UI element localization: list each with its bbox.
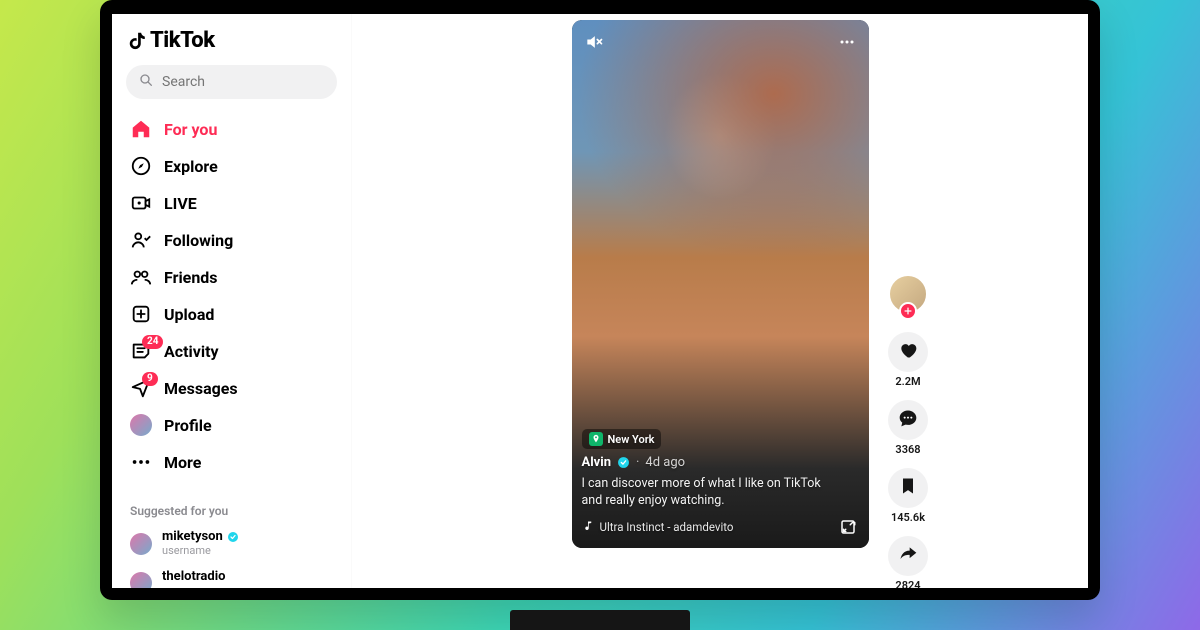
search-bar[interactable] bbox=[126, 65, 337, 99]
nav-more[interactable]: More bbox=[124, 444, 339, 480]
search-input[interactable] bbox=[162, 74, 325, 90]
comment-icon bbox=[898, 408, 918, 432]
suggested-account[interactable]: miketyson username bbox=[124, 526, 339, 562]
location-chip[interactable]: New York bbox=[582, 429, 662, 449]
save-count: 145.6k bbox=[891, 511, 925, 524]
mute-button[interactable] bbox=[582, 30, 606, 54]
nav-label: For you bbox=[164, 120, 217, 139]
brand-wordmark: TikTok bbox=[150, 28, 215, 53]
nav-label: Upload bbox=[164, 305, 214, 324]
suggested-sub: username bbox=[162, 585, 225, 598]
share-count: 2824 bbox=[895, 579, 920, 592]
save-button[interactable]: 145.6k bbox=[888, 468, 928, 524]
comment-count: 3368 bbox=[895, 443, 920, 456]
avatar bbox=[130, 533, 152, 555]
nav-label: Friends bbox=[164, 268, 218, 287]
share-icon bbox=[898, 544, 918, 568]
avatar bbox=[130, 572, 152, 594]
like-button[interactable]: 2.2M bbox=[888, 332, 928, 388]
monitor-stand bbox=[510, 610, 690, 630]
home-icon bbox=[130, 118, 152, 140]
sidebar: TikTok For you Explore bbox=[112, 14, 352, 588]
suggested-account[interactable]: thelotradio username bbox=[124, 566, 339, 600]
plus-square-icon bbox=[130, 303, 152, 325]
user-check-icon bbox=[130, 229, 152, 251]
verified-icon bbox=[617, 456, 630, 469]
action-rail: 2.2M 3368 145.6k 2824 bbox=[888, 274, 928, 592]
comment-button[interactable]: 3368 bbox=[888, 400, 928, 456]
suggested-sub: username bbox=[162, 545, 239, 558]
activity-badge: 24 bbox=[142, 335, 163, 349]
more-icon bbox=[130, 451, 152, 473]
avatar bbox=[888, 274, 928, 314]
nav-live[interactable]: LIVE bbox=[124, 185, 339, 221]
follow-plus-icon[interactable] bbox=[899, 302, 917, 320]
nav-label: Following bbox=[164, 231, 233, 250]
nav-label: Explore bbox=[164, 157, 218, 176]
location-label: New York bbox=[608, 433, 655, 446]
tiktok-note-icon bbox=[126, 30, 148, 52]
video-caption: I can discover more of what I like on Ti… bbox=[582, 476, 822, 510]
users-icon bbox=[130, 266, 152, 288]
video-more-button[interactable] bbox=[835, 30, 859, 54]
live-icon bbox=[130, 192, 152, 214]
nav-label: More bbox=[164, 453, 201, 472]
suggested-name: thelotradio bbox=[162, 570, 225, 585]
nav-messages[interactable]: 9 Messages bbox=[124, 370, 339, 406]
author-avatar-button[interactable] bbox=[888, 274, 928, 314]
nav-profile[interactable]: Profile bbox=[124, 407, 339, 443]
nav-label: Profile bbox=[164, 416, 212, 435]
sound-chip[interactable]: Ultra Instinct - adamdevito bbox=[582, 520, 734, 535]
nav-label: Messages bbox=[164, 379, 238, 398]
messages-badge: 9 bbox=[142, 372, 158, 386]
app-window: TikTok For you Explore bbox=[112, 14, 1088, 588]
primary-nav: For you Explore LIVE Following bbox=[124, 111, 339, 480]
video-player[interactable]: New York Alvin · 4d ago I can discover m… bbox=[572, 20, 869, 548]
video-time: 4d ago bbox=[645, 455, 685, 470]
separator-dot: · bbox=[636, 455, 639, 470]
nav-explore[interactable]: Explore bbox=[124, 148, 339, 184]
nav-activity[interactable]: 24 Activity bbox=[124, 333, 339, 369]
nav-upload[interactable]: Upload bbox=[124, 296, 339, 332]
music-note-icon bbox=[582, 520, 594, 535]
nav-friends[interactable]: Friends bbox=[124, 259, 339, 295]
brand-logo[interactable]: TikTok bbox=[124, 28, 339, 61]
heart-icon bbox=[898, 340, 918, 364]
profile-avatar-icon bbox=[130, 414, 152, 436]
suggested-name: miketyson bbox=[162, 530, 223, 545]
compass-icon bbox=[130, 155, 152, 177]
sound-label: Ultra Instinct - adamdevito bbox=[600, 520, 734, 534]
search-icon bbox=[138, 72, 154, 92]
share-button[interactable]: 2824 bbox=[888, 536, 928, 592]
nav-following[interactable]: Following bbox=[124, 222, 339, 258]
nav-label: LIVE bbox=[164, 194, 197, 213]
location-pin-icon bbox=[589, 432, 603, 446]
nav-label: Activity bbox=[164, 342, 219, 361]
like-count: 2.2M bbox=[895, 375, 920, 388]
nav-for-you[interactable]: For you bbox=[124, 111, 339, 147]
feed-area: New York Alvin · 4d ago I can discover m… bbox=[352, 14, 1088, 588]
verified-icon bbox=[227, 531, 239, 543]
video-byline[interactable]: Alvin · 4d ago bbox=[582, 455, 859, 470]
expand-button[interactable] bbox=[837, 516, 859, 538]
suggested-heading: Suggested for you bbox=[124, 504, 339, 522]
bookmark-icon bbox=[898, 476, 918, 500]
author-name: Alvin bbox=[582, 455, 612, 470]
